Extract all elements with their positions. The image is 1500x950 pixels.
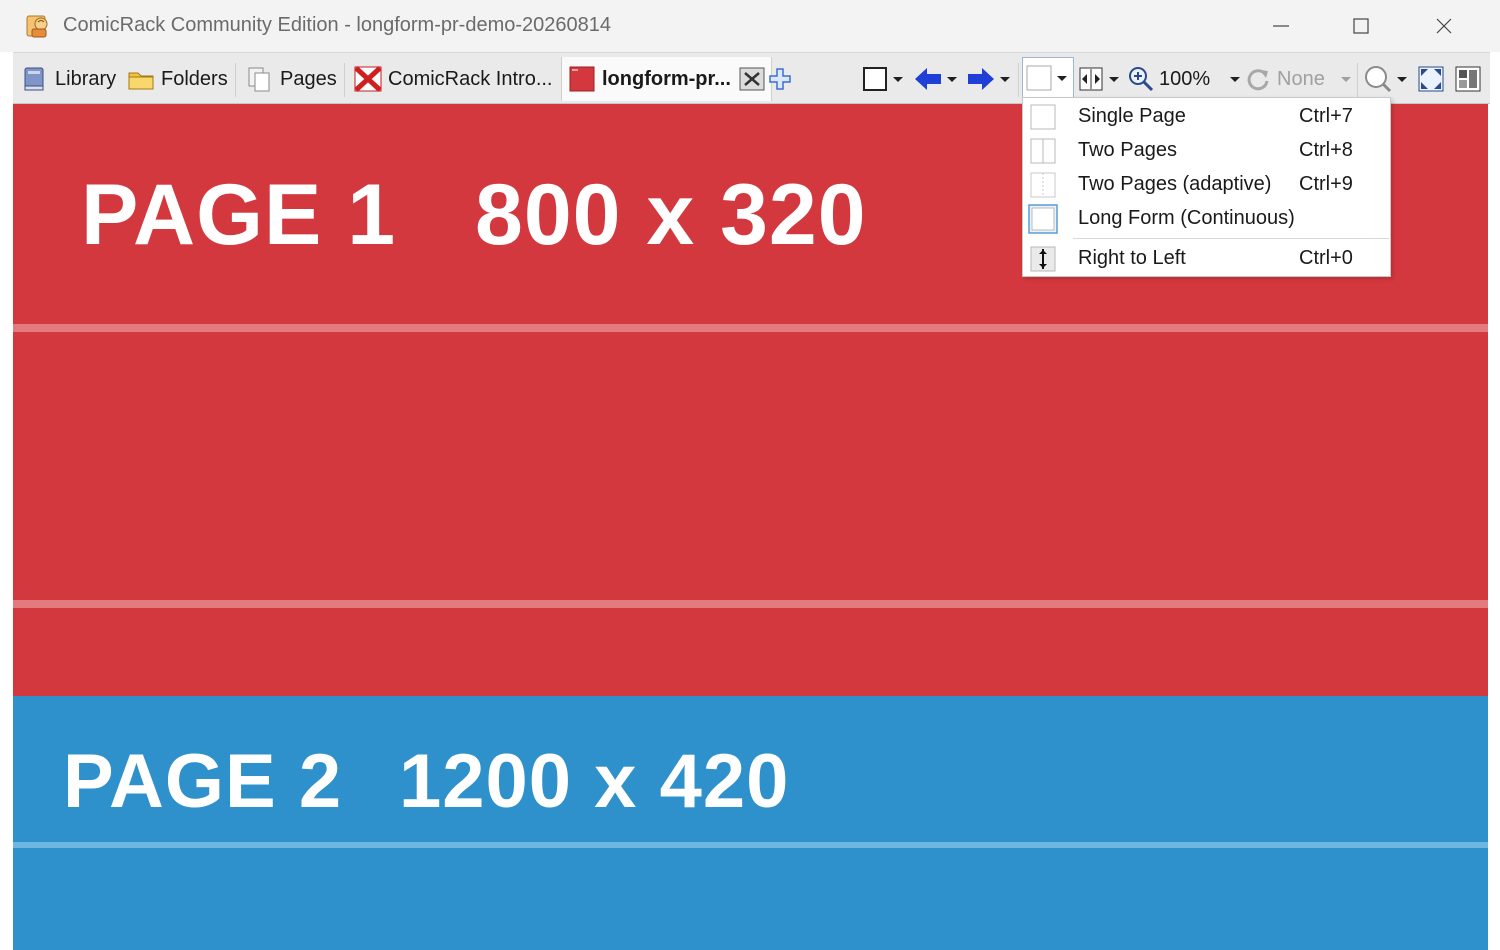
comic-cover-icon [354, 66, 382, 92]
window-title: ComicRack Community Edition - longform-p… [63, 14, 611, 36]
tab-label: Library [55, 67, 117, 90]
single-page-icon [1030, 104, 1056, 130]
tab-longform-active[interactable]: longform-pr... [561, 57, 772, 101]
right-to-left-icon [1030, 246, 1056, 272]
menu-item-shortcut: Ctrl+8 [1299, 139, 1353, 161]
previous-page-button[interactable] [913, 61, 957, 97]
minimize-button[interactable] [1241, 0, 1321, 52]
menu-item-right-to-left[interactable]: Right to Left Ctrl+0 [1023, 242, 1390, 276]
menu-item-shortcut: Ctrl+7 [1299, 105, 1353, 127]
menu-item-shortcut: Ctrl+0 [1299, 247, 1353, 269]
divider [1357, 63, 1358, 97]
page-layout-icon [1026, 65, 1052, 91]
chevron-down-icon [893, 76, 903, 82]
fit-mode-button[interactable] [1077, 61, 1119, 97]
new-tab-button[interactable] [767, 61, 793, 97]
magnifier-icon [1365, 66, 1392, 93]
long-form-checked-icon [1028, 204, 1058, 234]
tab-pages[interactable]: Pages [246, 57, 337, 101]
close-button[interactable] [1404, 0, 1484, 52]
menu-item-label: Two Pages (adaptive) [1078, 173, 1272, 195]
window-border [0, 52, 13, 950]
page-layout-menu: Single Page Ctrl+7 Two Pages Ctrl+8 Two … [1022, 97, 1391, 277]
tab-label: ComicRack Intro... [388, 67, 553, 90]
two-pages-icon [1030, 138, 1056, 164]
window-border [1488, 104, 1500, 950]
chevron-down-icon [1397, 76, 1407, 82]
menu-item-label: Two Pages [1078, 139, 1177, 161]
chevron-down-icon [1000, 76, 1010, 82]
zoom-button[interactable]: 100% [1127, 61, 1241, 97]
page-dimensions-label: 1200 x 420 [399, 739, 790, 824]
arrow-left-icon [915, 68, 941, 90]
menu-item-label: Right to Left [1078, 247, 1186, 269]
chevron-down-icon [947, 76, 957, 82]
menu-item-single-page[interactable]: Single Page Ctrl+7 [1023, 100, 1390, 134]
rotation-value: None [1277, 67, 1325, 90]
layout-panels-button[interactable] [1454, 61, 1482, 97]
rotate-icon [1247, 69, 1269, 91]
page-guide-line [13, 842, 1488, 848]
page-dimensions-label: 800 x 320 [475, 167, 867, 263]
menu-separator [1073, 238, 1389, 239]
chevron-down-icon [1057, 75, 1067, 81]
page-guide-line [13, 600, 1488, 608]
page-layout-button[interactable] [1022, 57, 1074, 99]
two-pages-adaptive-icon [1030, 172, 1056, 198]
page-number-label: PAGE 2 [63, 739, 343, 824]
maximize-button[interactable] [1321, 0, 1401, 52]
layout-panels-icon [1455, 66, 1481, 92]
minimize-icon [1273, 25, 1289, 27]
menu-item-label: Long Form (Continuous) [1078, 207, 1295, 229]
comic-cover-icon [569, 66, 595, 92]
single-page-icon [863, 67, 887, 91]
divider [344, 63, 345, 97]
comicrack-app-icon [26, 15, 48, 38]
maximize-icon [1353, 18, 1369, 34]
tab-label: Pages [280, 67, 337, 90]
chevron-down-icon [1230, 76, 1241, 82]
menu-item-two-pages[interactable]: Two Pages Ctrl+8 [1023, 134, 1390, 168]
zoom-level: 100% [1159, 67, 1211, 90]
tab-comicrack-intro[interactable]: ComicRack Intro... [354, 57, 552, 101]
menu-item-shortcut: Ctrl+9 [1299, 173, 1353, 195]
tab-label: Folders [161, 67, 228, 90]
page-guide-line [13, 324, 1488, 332]
tab-label: longform-pr... [602, 67, 731, 90]
divider [235, 63, 236, 97]
menu-item-two-pages-adaptive[interactable]: Two Pages (adaptive) Ctrl+9 [1023, 168, 1390, 202]
magnifier-button[interactable] [1363, 61, 1407, 97]
chevron-down-icon [1109, 76, 1119, 82]
fullscreen-icon [1418, 66, 1444, 92]
arrow-right-icon [968, 68, 994, 90]
tab-library[interactable]: Library [21, 57, 116, 101]
tab-folders[interactable]: Folders [127, 57, 228, 101]
plus-icon [769, 68, 791, 90]
fit-width-icon [1079, 67, 1103, 91]
close-icon [1436, 18, 1452, 34]
rotate-button[interactable]: None [1245, 61, 1351, 97]
folder-icon [128, 72, 154, 90]
zoom-in-icon [1129, 67, 1154, 92]
page-select-button[interactable] [861, 61, 903, 97]
chevron-down-icon [1340, 76, 1351, 82]
next-page-button[interactable] [966, 61, 1010, 97]
close-tab-icon[interactable] [739, 66, 765, 92]
title-bar[interactable]: ComicRack Community Edition - longform-p… [0, 0, 1500, 52]
pages-icon [248, 67, 270, 92]
library-icon [24, 67, 44, 91]
fullscreen-button[interactable] [1417, 61, 1445, 97]
divider [1018, 63, 1019, 97]
menu-item-label: Single Page [1078, 105, 1186, 127]
page-number-label: PAGE 1 [81, 167, 397, 263]
menu-item-long-form[interactable]: Long Form (Continuous) [1023, 202, 1390, 236]
comic-page-2[interactable]: PAGE 2 1200 x 420 [13, 696, 1488, 950]
